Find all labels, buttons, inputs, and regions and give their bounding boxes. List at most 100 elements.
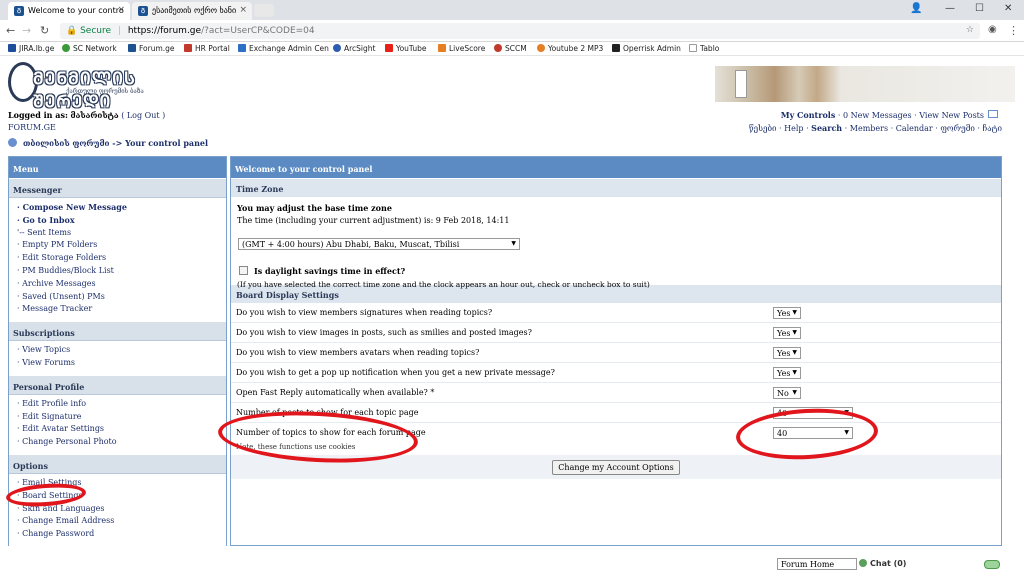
browser-tab-control-panel[interactable]: Გ Welcome to your contro × — [8, 2, 130, 20]
signatures-select[interactable]: Yes ▼ — [773, 307, 801, 319]
logout-link[interactable]: ( Log Out ) — [121, 111, 165, 120]
option-row-signatures: Do you wish to view members signatures w… — [231, 303, 1001, 323]
option-row-images: Do you wish to view images in posts, suc… — [231, 323, 1001, 343]
menu-item-view-forums[interactable]: · View Forums — [17, 357, 226, 370]
extension-icon[interactable]: ◉ — [988, 24, 997, 35]
username: მასარისტა — [70, 110, 119, 120]
topics-per-page-select[interactable]: 40 ▼ — [773, 427, 853, 439]
posts-per-page-select[interactable]: 40 ▼ — [773, 407, 853, 419]
logged-in-line: Logged in as: მასარისტა ( Log Out ) — [8, 110, 165, 120]
menu-item-change-password[interactable]: · Change Password — [17, 528, 226, 541]
nav-search-link[interactable]: Search — [811, 123, 842, 133]
fast-reply-select[interactable]: No ▼ — [773, 387, 801, 399]
menu-item-view-topics[interactable]: · View Topics — [17, 344, 226, 357]
new-tab-button[interactable] — [254, 4, 274, 17]
bookmark-jira[interactable]: JIRA.lb.ge — [8, 44, 54, 53]
forum-home-select[interactable]: Forum Home — [777, 558, 857, 570]
menu-item-board-settings[interactable]: · Board Settings — [17, 490, 226, 503]
bookmark-operrisk[interactable]: Operrisk Admin — [612, 44, 681, 53]
secure-label: Secure — [80, 26, 112, 36]
menu-item-saved-pms[interactable]: · Saved (Unsent) PMs — [17, 291, 226, 304]
logged-in-label: Logged in as: — [8, 110, 68, 120]
images-select[interactable]: Yes ▼ — [773, 327, 801, 339]
bookmark-forum[interactable]: Forum.ge — [128, 44, 175, 53]
browser-tab-second[interactable]: Გ ესაიმეთის ოქრო ხანი × — [132, 2, 252, 20]
menu-item-storage-folders[interactable]: · Edit Storage Folders — [17, 252, 226, 265]
view-new-posts-link[interactable]: View New Posts — [919, 111, 984, 120]
url-input[interactable]: 🔒 Secure | https://forum.ge/?act=UserCP&… — [60, 23, 980, 39]
menu-item-tracker[interactable]: · Message Tracker — [17, 303, 226, 316]
menu-item-compose[interactable]: · Compose New Message — [17, 201, 226, 214]
header-banner-image — [715, 66, 1015, 102]
bookmark-sc-network[interactable]: SC Network — [62, 44, 117, 53]
menu-item-buddies[interactable]: · PM Buddies/Block List — [17, 265, 226, 278]
avatars-select[interactable]: Yes ▼ — [773, 347, 801, 359]
nav-calendar-link[interactable]: Calendar — [896, 124, 933, 133]
close-tab-icon[interactable]: × — [117, 5, 125, 15]
nav-rules-link[interactable]: წესები — [749, 124, 777, 133]
menu-item-sent[interactable]: '-- Sent Items — [17, 227, 226, 240]
popup-select[interactable]: Yes ▼ — [773, 367, 801, 379]
menu-item-skin-languages[interactable]: · Skin and Languages — [17, 503, 226, 516]
bookmark-tablo[interactable]: Tablo — [689, 44, 719, 53]
bookmark-arcsight[interactable]: ArcSight — [333, 44, 375, 53]
maximize-icon[interactable]: ☐ — [975, 3, 984, 14]
forward-icon[interactable]: → — [22, 24, 31, 37]
chat-icon — [859, 559, 867, 567]
forum-logo[interactable]: ᲛᲔᲜᲛᲘᲚᲘᲡ ᲨᲔᲠᲔᲓᲘ ქართული ფორუმის ბაზა — [8, 62, 178, 112]
nav-help-link[interactable]: Help — [784, 124, 803, 133]
close-window-icon[interactable]: ✕ — [1004, 3, 1012, 14]
minimize-icon[interactable]: — — [945, 3, 955, 14]
browser-menu-icon[interactable]: ⋮ — [1008, 24, 1019, 37]
change-account-options-button[interactable]: Change my Account Options — [552, 460, 680, 475]
back-icon[interactable]: ← — [6, 24, 15, 37]
bookmark-exchange[interactable]: Exchange Admin Cen — [238, 44, 329, 53]
subscription-items: · View Topics · View Forums — [9, 341, 226, 375]
nav-chat-link[interactable]: ჩატი — [983, 124, 1002, 133]
breadcrumb-home-link[interactable]: თბილისის ფორუმი — [23, 138, 109, 148]
menu-item-archive[interactable]: · Archive Messages — [17, 278, 226, 291]
message-icon[interactable] — [988, 110, 998, 118]
bookmark-star-icon[interactable]: ☆ — [966, 25, 974, 35]
nav-forum-link[interactable]: ფორუმი — [940, 124, 974, 133]
option-label: Number of posts to show for each topic p… — [236, 408, 419, 417]
chat-button[interactable]: Chat (0) — [859, 559, 906, 568]
dropdown-arrow-icon: ▼ — [792, 389, 797, 396]
timezone-select[interactable]: (GMT + 4:00 hours) Abu Dhabi, Baku, Musc… — [238, 238, 520, 250]
bookmark-hr-portal[interactable]: HR Portal — [184, 44, 230, 53]
menu-item-email-settings[interactable]: · Email Settings — [17, 477, 226, 490]
bookmark-youtube[interactable]: YouTube — [385, 44, 427, 53]
nav-members-link[interactable]: Members — [850, 124, 888, 133]
option-row-fast-reply: Open Fast Reply automatically when avail… — [231, 383, 1001, 403]
new-messages-link[interactable]: 0 New Messages — [843, 111, 912, 120]
breadcrumb: თბილისის ფორუმი -> Your control panel — [8, 138, 208, 148]
control-panel-menu: Menu Messenger · Compose New Message · G… — [8, 156, 227, 546]
option-label: Do you wish to view images in posts, suc… — [236, 328, 532, 337]
option-row-popup: Do you wish to get a pop up notification… — [231, 363, 1001, 383]
lock-icon: 🔒 — [66, 26, 78, 36]
forum-favicon-icon: Გ — [14, 6, 24, 16]
my-controls-link[interactable]: My Controls — [781, 110, 836, 120]
panel-title: Welcome to your control panel — [231, 157, 1001, 178]
timezone-section-title: Time Zone — [231, 178, 1001, 197]
menu-item-empty-folders[interactable]: · Empty PM Folders — [17, 239, 226, 252]
bookmark-livescore[interactable]: LiveScore — [438, 44, 485, 53]
menu-item-change-email[interactable]: · Change Email Address — [17, 515, 226, 528]
menu-item-edit-profile[interactable]: · Edit Profile info — [17, 398, 226, 411]
menu-item-edit-signature[interactable]: · Edit Signature — [17, 411, 226, 424]
bookmark-sccm[interactable]: SCCM — [494, 44, 527, 53]
dst-checkbox[interactable] — [239, 266, 248, 275]
menu-item-personal-photo[interactable]: · Change Personal Photo — [17, 436, 226, 449]
close-tab-icon[interactable]: × — [239, 5, 247, 15]
outlook-icon — [238, 44, 246, 52]
chat-toggle[interactable] — [984, 560, 1000, 569]
menu-item-inbox[interactable]: · Go to Inbox — [17, 214, 226, 227]
menu-item-avatar-settings[interactable]: · Edit Avatar Settings — [17, 423, 226, 436]
reload-icon[interactable]: ↻ — [40, 24, 49, 37]
menu-section-profile: Personal Profile — [9, 374, 226, 395]
bookmark-youtube-mp3[interactable]: Youtube 2 MP3 — [537, 44, 603, 53]
timezone-selected-value: (GMT + 4:00 hours) Abu Dhabi, Baku, Musc… — [242, 240, 460, 249]
page-icon — [689, 44, 697, 52]
hp-icon — [333, 44, 341, 52]
profile-icon[interactable]: 👤 — [910, 3, 922, 14]
